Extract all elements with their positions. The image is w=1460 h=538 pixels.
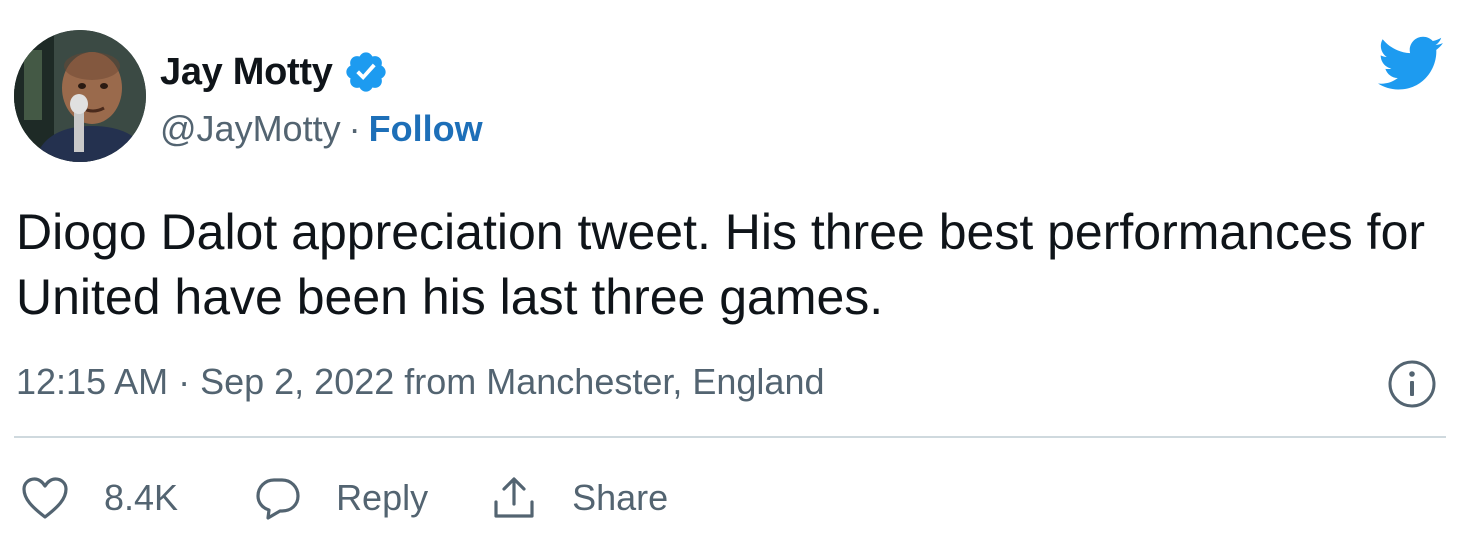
tweet-text: Diogo Dalot appreciation tweet. His thre…	[16, 204, 1426, 325]
reply-button[interactable]: Reply	[254, 475, 428, 521]
author-handle-row: @JayMotty · Follow	[160, 106, 483, 152]
info-icon[interactable]	[1386, 358, 1438, 410]
heart-icon	[20, 475, 70, 521]
like-count: 8.4K	[104, 477, 179, 518]
author-name[interactable]: Jay Motty	[160, 51, 333, 94]
divider	[14, 436, 1446, 438]
like-button[interactable]: 8.4K	[20, 475, 178, 521]
reply-bubble-icon	[254, 475, 302, 521]
twitter-bird-icon[interactable]	[1378, 36, 1444, 92]
follow-button[interactable]: Follow	[369, 108, 483, 150]
tweet-timestamp[interactable]: 12:15 AM · Sep 2, 2022 from Manchester, …	[16, 358, 825, 406]
avatar-image	[14, 30, 146, 162]
share-button[interactable]: Share	[490, 474, 668, 522]
reply-label: Reply	[336, 477, 429, 518]
share-label: Share	[572, 477, 669, 518]
author-handle[interactable]: @JayMotty	[160, 108, 341, 150]
tweet-card: Jay Motty @JayMotty · Follow Diogo Dalot…	[0, 0, 1460, 538]
verified-badge-icon	[343, 49, 389, 95]
share-icon	[490, 474, 538, 522]
author-name-row: Jay Motty	[160, 48, 389, 96]
avatar[interactable]	[14, 30, 146, 162]
action-bar: 8.4K Reply Share	[20, 470, 668, 526]
separator-dot: ·	[348, 108, 361, 149]
